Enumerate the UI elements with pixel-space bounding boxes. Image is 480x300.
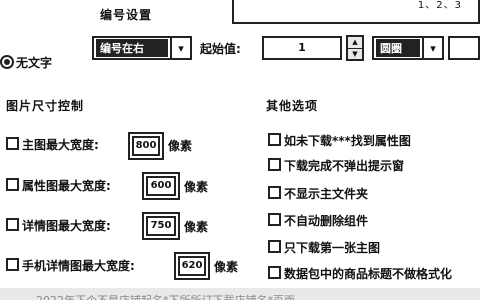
style-select-value: 圆圈 bbox=[376, 39, 420, 57]
spin-up-icon[interactable]: ▲ bbox=[348, 37, 362, 49]
mobile-detail-image-width-value[interactable]: 620 bbox=[178, 256, 206, 276]
extra-input[interactable] bbox=[448, 36, 480, 60]
detail-image-width-value[interactable]: 750 bbox=[146, 216, 176, 236]
main-image-width-checkbox[interactable] bbox=[6, 137, 19, 150]
other-option-label-1: 如未下载***找到属性图 bbox=[284, 134, 411, 148]
detail-image-width-unit: 像素 bbox=[184, 220, 209, 234]
start-value-input[interactable]: 1 bbox=[262, 36, 342, 60]
numbering-preview-text: 1、2、3 bbox=[417, 0, 462, 11]
mobile-detail-image-width-label: 手机详情图最大宽度: bbox=[22, 259, 135, 273]
attr-image-width-unit: 像素 bbox=[184, 180, 209, 194]
position-select[interactable]: 编号在右 ▾ bbox=[92, 36, 192, 60]
attr-image-width-checkbox[interactable] bbox=[6, 178, 19, 191]
other-option-checkbox-2[interactable] bbox=[268, 158, 281, 171]
numbering-preview: 1、2、3 bbox=[232, 0, 480, 24]
main-image-width-label: 主图最大宽度: bbox=[22, 138, 99, 152]
other-option-label-5: 只下载第一张主图 bbox=[284, 241, 381, 255]
image-size-heading: 图片尺寸控制 bbox=[6, 99, 85, 113]
other-option-checkbox-1[interactable] bbox=[268, 133, 281, 146]
other-option-checkbox-3[interactable] bbox=[268, 186, 281, 199]
other-option-checkbox-6[interactable] bbox=[268, 266, 281, 279]
other-option-label-2: 下载完成不弹出提示窗 bbox=[284, 159, 405, 173]
numbering-settings-title: 编号设置 bbox=[100, 8, 153, 22]
mobile-detail-image-width-unit: 像素 bbox=[214, 260, 239, 274]
chevron-down-icon: ▾ bbox=[422, 38, 442, 58]
detail-image-width-checkbox[interactable] bbox=[6, 218, 19, 231]
no-text-radio[interactable] bbox=[0, 55, 14, 69]
mobile-detail-image-width-checkbox[interactable] bbox=[6, 258, 19, 271]
start-value-spinner[interactable]: ▲ ▼ bbox=[346, 35, 364, 61]
attr-image-width-label: 属性图最大宽度: bbox=[22, 179, 111, 193]
main-image-width-value[interactable]: 800 bbox=[132, 136, 160, 156]
detail-image-width-label: 详情图最大宽度: bbox=[22, 219, 111, 233]
other-option-label-3: 不显示主文件夹 bbox=[284, 187, 369, 201]
no-text-radio-label: 无文字 bbox=[16, 56, 53, 70]
chevron-down-icon: ▾ bbox=[170, 38, 190, 58]
main-image-width-field[interactable]: 800 bbox=[128, 132, 164, 160]
style-select[interactable]: 圆圈 ▾ bbox=[372, 36, 444, 60]
other-option-label-6: 数据包中的商品标题不做格式化 bbox=[284, 267, 453, 281]
other-option-checkbox-5[interactable] bbox=[268, 240, 281, 253]
mobile-detail-image-width-field[interactable]: 620 bbox=[174, 252, 210, 280]
other-option-label-4: 不自动删除组件 bbox=[284, 214, 369, 228]
other-option-checkbox-4[interactable] bbox=[268, 213, 281, 226]
other-options-heading: 其他选项 bbox=[266, 99, 319, 113]
attr-image-width-field[interactable]: 600 bbox=[142, 172, 180, 200]
position-select-value: 编号在右 bbox=[96, 39, 168, 57]
main-image-width-unit: 像素 bbox=[168, 139, 193, 153]
footer-text: 2022年下个不是店铺起名*下所所订下载店铺名*页面 bbox=[36, 292, 295, 300]
attr-image-width-value[interactable]: 600 bbox=[146, 176, 176, 196]
spin-down-icon[interactable]: ▼ bbox=[348, 49, 362, 60]
start-value-label: 起始值: bbox=[200, 42, 241, 56]
detail-image-width-field[interactable]: 750 bbox=[142, 212, 180, 240]
